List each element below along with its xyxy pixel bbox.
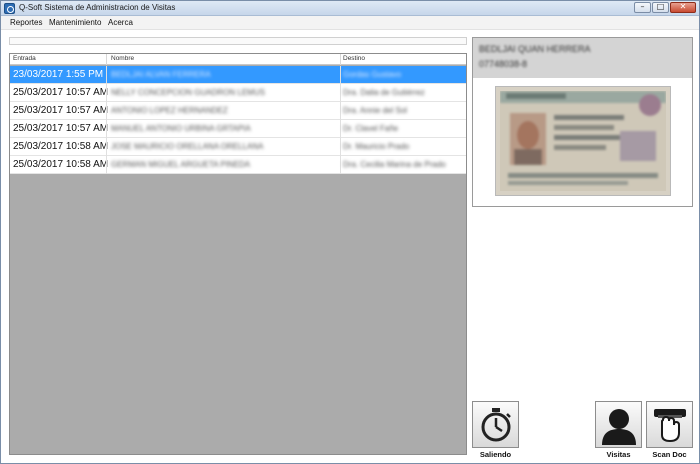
cell-divider xyxy=(106,156,107,174)
cell-destino: Dra. Annie del Sol xyxy=(343,106,408,115)
menu-acerca[interactable]: Acerca xyxy=(108,18,133,27)
cell-divider xyxy=(340,156,341,174)
cell-nombre: BEDLJAI ALVAN FERRERA xyxy=(111,70,211,79)
cell-nombre: NELLY CONCEPCION GUADRON LEMUS xyxy=(111,88,265,97)
cell-destino: Gordas Gustavo xyxy=(343,70,402,79)
window-controls: – □ ✕ xyxy=(634,2,696,14)
saliendo-label: Saliendo xyxy=(479,450,512,459)
table-row[interactable]: 25/03/2017 10:57 AM MANUEL ANTONIO URBIN… xyxy=(10,120,466,138)
visitor-document-number: 07748038-8 xyxy=(479,59,528,69)
cell-entrada: 23/03/2017 1:55 PM xyxy=(13,69,104,80)
cell-divider xyxy=(340,84,341,102)
grid-header: Entrada Nombre Destino xyxy=(10,54,466,65)
cell-entrada: 25/03/2017 10:57 AM xyxy=(13,123,109,134)
cell-entrada: 25/03/2017 10:58 AM xyxy=(13,141,109,152)
cell-destino: Dr. Clavel Fañe xyxy=(343,124,399,133)
cell-divider xyxy=(106,84,107,102)
cell-entrada: 25/03/2017 10:57 AM xyxy=(13,87,109,98)
minimize-button[interactable]: – xyxy=(634,2,651,13)
table-row[interactable]: 25/03/2017 10:58 AM GERMAN MIGUEL ARGUET… xyxy=(10,156,466,174)
table-row[interactable]: 23/03/2017 1:55 PM BEDLJAI ALVAN FERRERA… xyxy=(10,66,466,84)
menu-mantenimiento[interactable]: Mantenimiento xyxy=(49,18,101,27)
cell-entrada: 25/03/2017 10:58 AM xyxy=(13,159,109,170)
column-header-destino[interactable]: Destino xyxy=(340,55,365,65)
visitas-label: Visitas xyxy=(606,450,631,459)
cell-divider xyxy=(340,138,341,156)
cell-divider xyxy=(340,66,341,84)
scan-doc-button[interactable] xyxy=(646,401,693,448)
cell-divider xyxy=(106,102,107,120)
scanner-hand-icon xyxy=(653,408,686,442)
cell-entrada: 25/03/2017 10:57 AM xyxy=(13,105,109,116)
table-row[interactable]: 25/03/2017 10:57 AM ANTONIO LOPEZ HERNAN… xyxy=(10,102,466,120)
minimize-icon: – xyxy=(640,2,645,11)
person-icon xyxy=(601,408,636,445)
cell-nombre: JOSE MAURICIO ORELLANA ORELLANA xyxy=(111,142,264,151)
scan-doc-label: Scan Doc xyxy=(652,450,687,459)
window-title: Q-Soft Sistema de Administracion de Visi… xyxy=(19,3,176,12)
visitas-button[interactable] xyxy=(595,401,642,448)
close-icon: ✕ xyxy=(679,2,687,11)
visitor-panel: BEDLJAI QUAN HERRERA 07748038-8 xyxy=(472,37,693,207)
menu-reportes[interactable]: Reportes xyxy=(10,18,42,27)
maximize-button[interactable]: □ xyxy=(652,2,669,13)
menu-bar: Reportes Mantenimiento Acerca xyxy=(1,16,699,30)
visits-grid[interactable]: Entrada Nombre Destino 23/03/2017 1:55 P… xyxy=(9,53,467,455)
cell-divider xyxy=(106,138,107,156)
column-divider[interactable] xyxy=(106,54,107,65)
cell-divider xyxy=(106,120,107,138)
visitor-header: BEDLJAI QUAN HERRERA 07748038-8 xyxy=(473,38,692,78)
cell-nombre: MANUEL ANTONIO URBINA GRTAPIA xyxy=(111,124,251,133)
column-header-entrada[interactable]: Entrada xyxy=(10,55,36,65)
filter-bar xyxy=(9,37,467,45)
table-row[interactable]: 25/03/2017 10:57 AM NELLY CONCEPCION GUA… xyxy=(10,84,466,102)
cell-destino: Dr. Mauricio Prado xyxy=(343,142,410,151)
id-card-scan xyxy=(500,91,666,191)
cell-nombre: GERMAN MIGUEL ARGUETA PINEDA xyxy=(111,160,251,169)
cell-divider xyxy=(340,102,341,120)
app-icon xyxy=(4,3,15,14)
app-window: Q-Soft Sistema de Administracion de Visi… xyxy=(0,0,700,464)
column-header-nombre[interactable]: Nombre xyxy=(108,55,134,65)
cell-divider xyxy=(340,120,341,138)
cell-destino: Dra. Dalia de Gutiérrez xyxy=(343,88,425,97)
visitor-name: BEDLJAI QUAN HERRERA xyxy=(479,44,591,54)
id-document-image xyxy=(495,86,671,196)
cell-nombre: ANTONIO LOPEZ HERNANDEZ xyxy=(111,106,228,115)
cell-divider xyxy=(106,66,107,84)
maximize-icon: □ xyxy=(656,2,665,11)
table-row[interactable]: 25/03/2017 10:58 AM JOSE MAURICIO ORELLA… xyxy=(10,138,466,156)
title-bar[interactable]: Q-Soft Sistema de Administracion de Visi… xyxy=(1,1,699,16)
close-button[interactable]: ✕ xyxy=(670,2,696,13)
saliendo-button[interactable] xyxy=(472,401,519,448)
cell-destino: Dra. Cecilia Marina de Prado xyxy=(343,160,446,169)
stopwatch-icon xyxy=(481,407,511,441)
